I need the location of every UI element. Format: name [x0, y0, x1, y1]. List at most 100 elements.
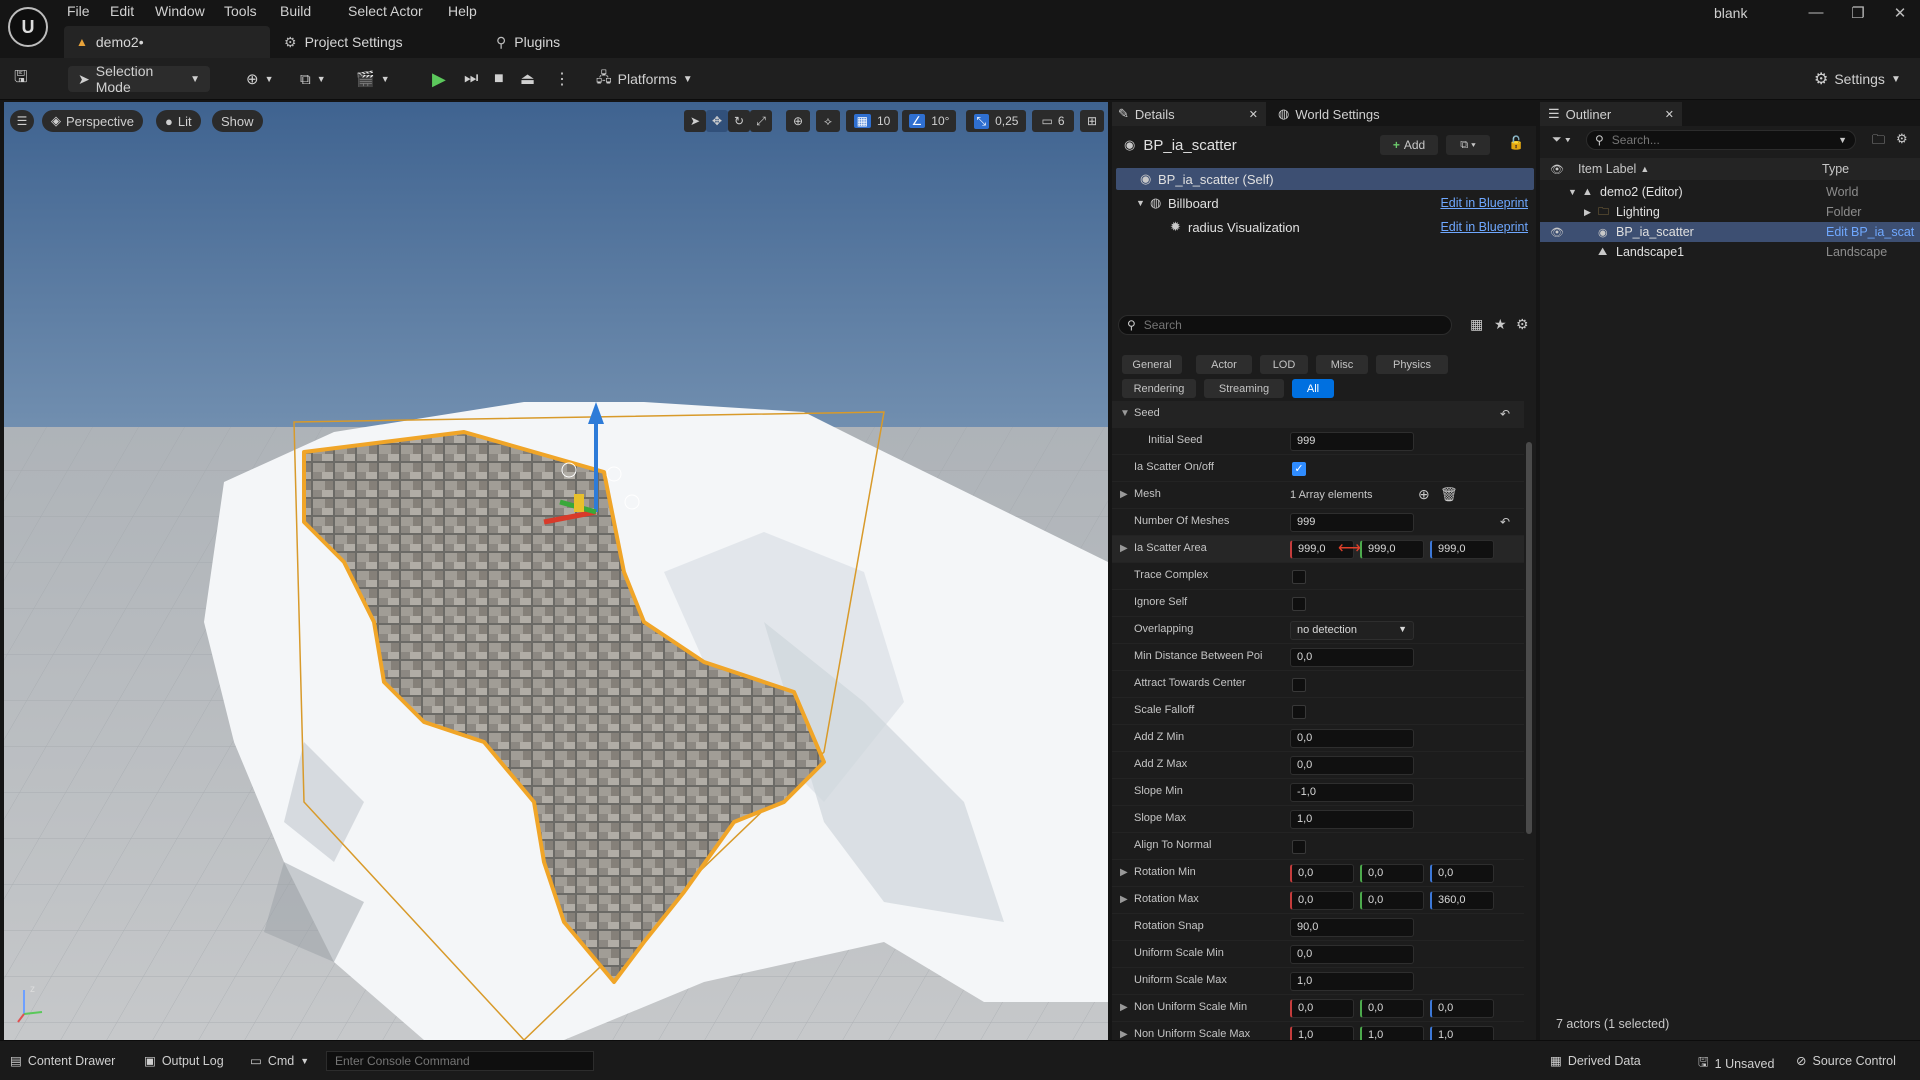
unsaved-button[interactable]: 🖫 1 Unsaved	[1698, 1053, 1774, 1074]
outliner-search[interactable]: ⚲ ▼	[1586, 130, 1856, 150]
section-header-seed[interactable]: ▼ Seed ↶	[1112, 401, 1524, 428]
prop-checkbox[interactable]	[1292, 705, 1306, 719]
platforms-button[interactable]: 🖧 Platforms ▼	[596, 66, 693, 92]
cmd-dropdown[interactable]: ▭ Cmd ▼	[250, 1053, 309, 1069]
grid-snap-toggle[interactable]: ▦ 10	[846, 110, 898, 132]
vector-component[interactable]: 0,0	[1360, 999, 1424, 1018]
component-item[interactable]: ✹ radius Visualization Edit in Blueprint	[1116, 216, 1534, 238]
chevron-right-icon[interactable]: ▶	[1120, 489, 1128, 500]
outliner-item[interactable]: 👁 ◉ BP_ia_scatter Edit BP_ia_scat	[1540, 222, 1920, 242]
output-log-button[interactable]: ▣ Output Log	[144, 1053, 224, 1069]
tab-project-settings[interactable]: ⚙ Project Settings	[272, 26, 415, 58]
menu-actor[interactable]: Actor	[390, 3, 423, 19]
blueprint-options-button[interactable]: ⧉ ▾	[1446, 135, 1490, 155]
vector-component[interactable]: 360,0	[1430, 891, 1494, 910]
tab-level[interactable]: ▲ demo2•	[64, 26, 270, 58]
prop-input[interactable]: 999	[1290, 432, 1414, 451]
add-component-button[interactable]: + Add	[1380, 135, 1438, 155]
prop-checkbox[interactable]	[1292, 597, 1306, 611]
prop-input[interactable]: 999	[1290, 513, 1414, 532]
chevron-right-icon[interactable]: ▶	[1120, 543, 1128, 554]
vector-component[interactable]: 0,0	[1360, 891, 1424, 910]
settings-gear-icon[interactable]: ⚙	[1516, 316, 1529, 333]
play-icon[interactable]: ▶	[432, 66, 446, 92]
settings-button[interactable]: ⚙ Settings ▼	[1814, 66, 1901, 92]
component-item[interactable]: ▼ ◍ Billboard Edit in Blueprint	[1116, 192, 1534, 214]
prop-input[interactable]: 1,0	[1290, 972, 1414, 991]
trash-icon[interactable]: 🗑	[1440, 486, 1458, 503]
world-space-icon[interactable]: ⊕	[786, 110, 810, 132]
settings-gear-icon[interactable]: ⚙	[1896, 131, 1908, 147]
menu-select[interactable]: Select	[348, 3, 387, 19]
chevron-right-icon[interactable]: ▶	[1120, 1002, 1128, 1013]
prop-checkbox[interactable]	[1292, 570, 1306, 584]
layout-icon[interactable]: ⊞	[1080, 110, 1104, 132]
minimize-button[interactable]: —	[1796, 4, 1836, 28]
perspective-button[interactable]: ◈ Perspective	[42, 110, 143, 132]
show-button[interactable]: Show	[212, 110, 263, 132]
filter-actor[interactable]: Actor	[1196, 355, 1252, 374]
outliner-item[interactable]: ▶ 🗀 Lighting Folder	[1540, 202, 1920, 222]
edit-in-blueprint-link[interactable]: Edit in Blueprint	[1440, 196, 1528, 210]
menu-tools[interactable]: Tools	[224, 3, 257, 19]
chevron-down-icon[interactable]: ▼	[1568, 187, 1577, 197]
star-icon[interactable]: ★	[1494, 316, 1507, 333]
details-scrollbar[interactable]	[1526, 442, 1532, 834]
menu-edit[interactable]: Edit	[110, 3, 134, 19]
content-drawer-button[interactable]: ▤ Content Drawer	[10, 1053, 115, 1069]
prop-input[interactable]: 1,0	[1290, 810, 1414, 829]
table-view-icon[interactable]: ▦	[1470, 316, 1483, 333]
vector-component[interactable]: 0,0	[1290, 891, 1354, 910]
filter-physics[interactable]: Physics	[1376, 355, 1448, 374]
new-folder-icon[interactable]: 🗀	[1872, 131, 1885, 153]
close-window-button[interactable]: ✕	[1880, 4, 1920, 28]
cinematics-icon[interactable]: 🎬 ▼	[356, 66, 390, 92]
chevron-right-icon[interactable]: ▶	[1120, 867, 1128, 878]
lock-icon[interactable]: 🔓	[1508, 135, 1524, 151]
menu-window[interactable]: Window	[155, 3, 205, 19]
col-item-label[interactable]: Item Label	[1578, 162, 1636, 176]
menu-file[interactable]: File	[67, 3, 90, 19]
vector-component[interactable]: 999,0	[1430, 540, 1494, 559]
add-element-icon[interactable]: ⊕	[1418, 486, 1430, 503]
reset-icon[interactable]: ↶	[1500, 515, 1510, 529]
source-control-button[interactable]: ⊘ Source Control	[1796, 1053, 1896, 1069]
chevron-down-icon[interactable]: ▼	[1136, 198, 1145, 208]
tab-world-settings[interactable]: ◍ World Settings	[1278, 102, 1380, 126]
select-tool-icon[interactable]: ➤	[684, 110, 706, 132]
visibility-icon[interactable]: 👁	[1550, 226, 1564, 239]
console-command-input[interactable]	[326, 1051, 594, 1071]
item-type[interactable]: Edit BP_ia_scat	[1826, 225, 1914, 239]
vector-component[interactable]: 0,0	[1290, 864, 1354, 883]
prop-input[interactable]: 90,0	[1290, 918, 1414, 937]
menu-help[interactable]: Help	[448, 3, 477, 19]
eject-icon[interactable]: ⏏	[520, 66, 535, 92]
outliner-search-input[interactable]	[1611, 133, 1812, 147]
outliner-item[interactable]: ▼ ▲ demo2 (Editor) World	[1540, 182, 1920, 202]
prop-checkbox[interactable]	[1292, 678, 1306, 692]
derived-data-button[interactable]: ▦ Derived Data	[1550, 1053, 1641, 1069]
lit-button[interactable]: ● Lit	[156, 110, 201, 132]
selection-mode-button[interactable]: ➤ Selection Mode ▼	[68, 63, 210, 95]
tab-outliner[interactable]: ☰ Outliner ✕	[1540, 102, 1682, 126]
surface-snap-icon[interactable]: ⟡	[816, 110, 840, 132]
col-type[interactable]: Type	[1822, 162, 1849, 176]
component-item[interactable]: ◉ BP_ia_scatter (Self)	[1116, 168, 1534, 190]
add-actor-icon[interactable]: ⊕ ▼	[246, 66, 274, 92]
tab-details[interactable]: ✎ Details ✕	[1112, 102, 1266, 126]
stop-icon[interactable]: ■	[494, 66, 504, 92]
save-icon[interactable]: 🖫	[14, 66, 28, 92]
blueprint-icon[interactable]: ⧉ ▼	[300, 66, 326, 92]
filter-rendering[interactable]: Rendering	[1122, 379, 1196, 398]
prop-input[interactable]: 0,0	[1290, 945, 1414, 964]
prop-input[interactable]: 0,0	[1290, 729, 1414, 748]
vector-component[interactable]: 0,0	[1290, 999, 1354, 1018]
vector-component[interactable]: 1,0	[1290, 1026, 1354, 1040]
vector-component[interactable]: 1,0	[1430, 1026, 1494, 1040]
reset-icon[interactable]: ↶	[1500, 407, 1510, 421]
restore-button[interactable]: ❐	[1838, 4, 1878, 28]
prop-input[interactable]: 0,0	[1290, 756, 1414, 775]
chevron-right-icon[interactable]: ▶	[1120, 894, 1128, 905]
vector-component[interactable]: 0,0	[1430, 999, 1494, 1018]
outliner-item[interactable]: ⛰ Landscape1 Landscape	[1540, 242, 1920, 262]
